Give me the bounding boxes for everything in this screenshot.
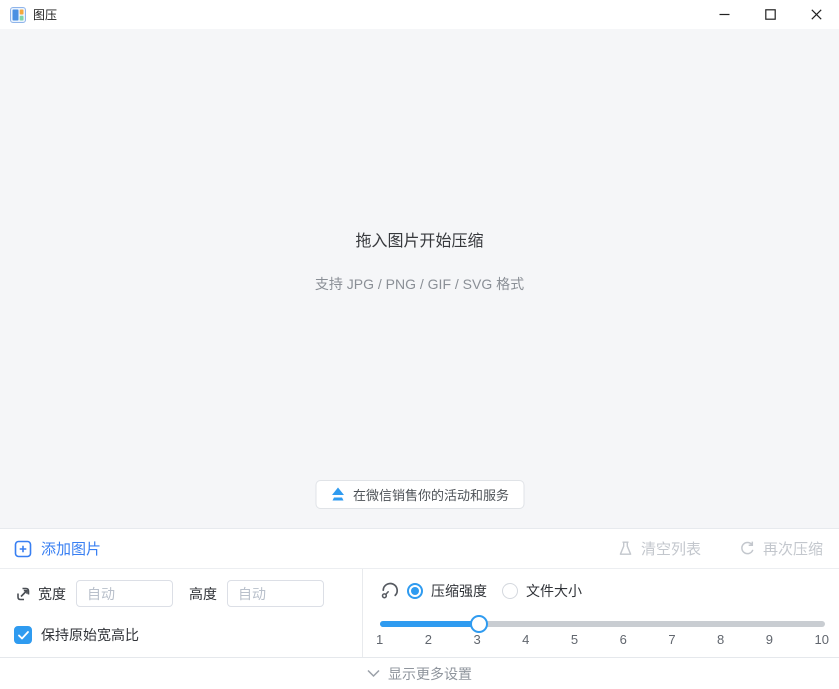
tick-label: 6 [620,632,627,647]
image-drop-zone[interactable]: 拖入图片开始压缩 支持 JPG / PNG / GIF / SVG 格式 在微信… [0,29,839,528]
tick-label: 1 [376,632,383,647]
action-toolbar: 添加图片 清空列表 再次压缩 [0,528,839,568]
upload-icon [330,487,345,502]
checkmark-icon [18,631,29,640]
close-button[interactable] [793,0,839,29]
recompress-label: 再次压缩 [763,538,823,559]
wechat-promo-button[interactable]: 在微信销售你的活动和服务 [315,480,524,509]
mode-filesize-option[interactable]: 文件大小 [502,581,582,601]
dimensions-row: 宽度 高度 [13,580,324,607]
tick-label: 9 [766,632,773,647]
more-settings-label: 显示更多设置 [388,664,472,684]
slider-tick-labels: 1 2 3 4 5 6 7 8 9 10 [376,632,829,647]
tick-label: 2 [425,632,432,647]
tick-label: 3 [473,632,480,647]
strength-slider[interactable] [380,621,825,627]
compression-panel: 压缩强度 文件大小 1 2 3 4 5 6 7 8 9 10 [363,569,839,657]
minimize-icon [719,9,730,20]
close-icon [811,9,822,20]
dimensions-panel: 宽度 高度 保持原始宽高比 [0,569,363,657]
add-image-icon [14,540,32,558]
width-input[interactable] [76,580,173,607]
mode-filesize-label: 文件大小 [526,581,582,601]
mode-row: 压缩强度 文件大小 [379,581,582,601]
settings-panel: 宽度 高度 保持原始宽高比 压缩强度 文件大小 [0,568,839,657]
dropzone-title: 拖入图片开始压缩 [0,227,839,251]
minimize-button[interactable] [701,0,747,29]
app-icon [10,7,26,23]
tick-label: 5 [571,632,578,647]
keep-ratio-label: 保持原始宽高比 [41,625,139,645]
tick-label: 10 [814,632,828,647]
tick-label: 8 [717,632,724,647]
maximize-button[interactable] [747,0,793,29]
add-images-button[interactable]: 添加图片 [14,538,101,559]
height-input[interactable] [227,580,324,607]
dropzone-formats: 支持 JPG / PNG / GIF / SVG 格式 [0,274,839,294]
clear-list-label: 清空列表 [641,538,701,559]
maximize-icon [765,9,776,20]
dropzone-icon [371,29,469,190]
mode-strength-radio[interactable] [407,583,423,599]
height-label: 高度 [189,584,217,604]
add-images-label: 添加图片 [41,538,101,559]
recompress-icon [739,540,756,557]
keep-ratio-checkbox[interactable] [14,626,32,644]
gauge-icon [379,581,399,601]
clear-list-button[interactable]: 清空列表 [617,538,701,559]
mode-strength-label: 压缩强度 [431,581,487,601]
tick-label: 7 [668,632,675,647]
keep-ratio-option[interactable]: 保持原始宽高比 [14,625,139,645]
mode-filesize-radio[interactable] [502,583,518,599]
tick-label: 4 [522,632,529,647]
window-title: 图压 [33,6,57,23]
width-label: 宽度 [38,584,66,604]
clear-list-icon [617,540,634,557]
slider-handle[interactable] [470,615,488,633]
resize-icon [13,584,33,604]
chevron-down-icon [367,669,380,678]
slider-fill [380,621,479,627]
title-bar: 图压 [0,0,839,29]
mode-strength-option[interactable]: 压缩强度 [407,581,487,601]
more-settings-toggle[interactable]: 显示更多设置 [0,657,839,689]
recompress-button[interactable]: 再次压缩 [739,538,823,559]
promo-button-label: 在微信销售你的活动和服务 [353,485,509,504]
